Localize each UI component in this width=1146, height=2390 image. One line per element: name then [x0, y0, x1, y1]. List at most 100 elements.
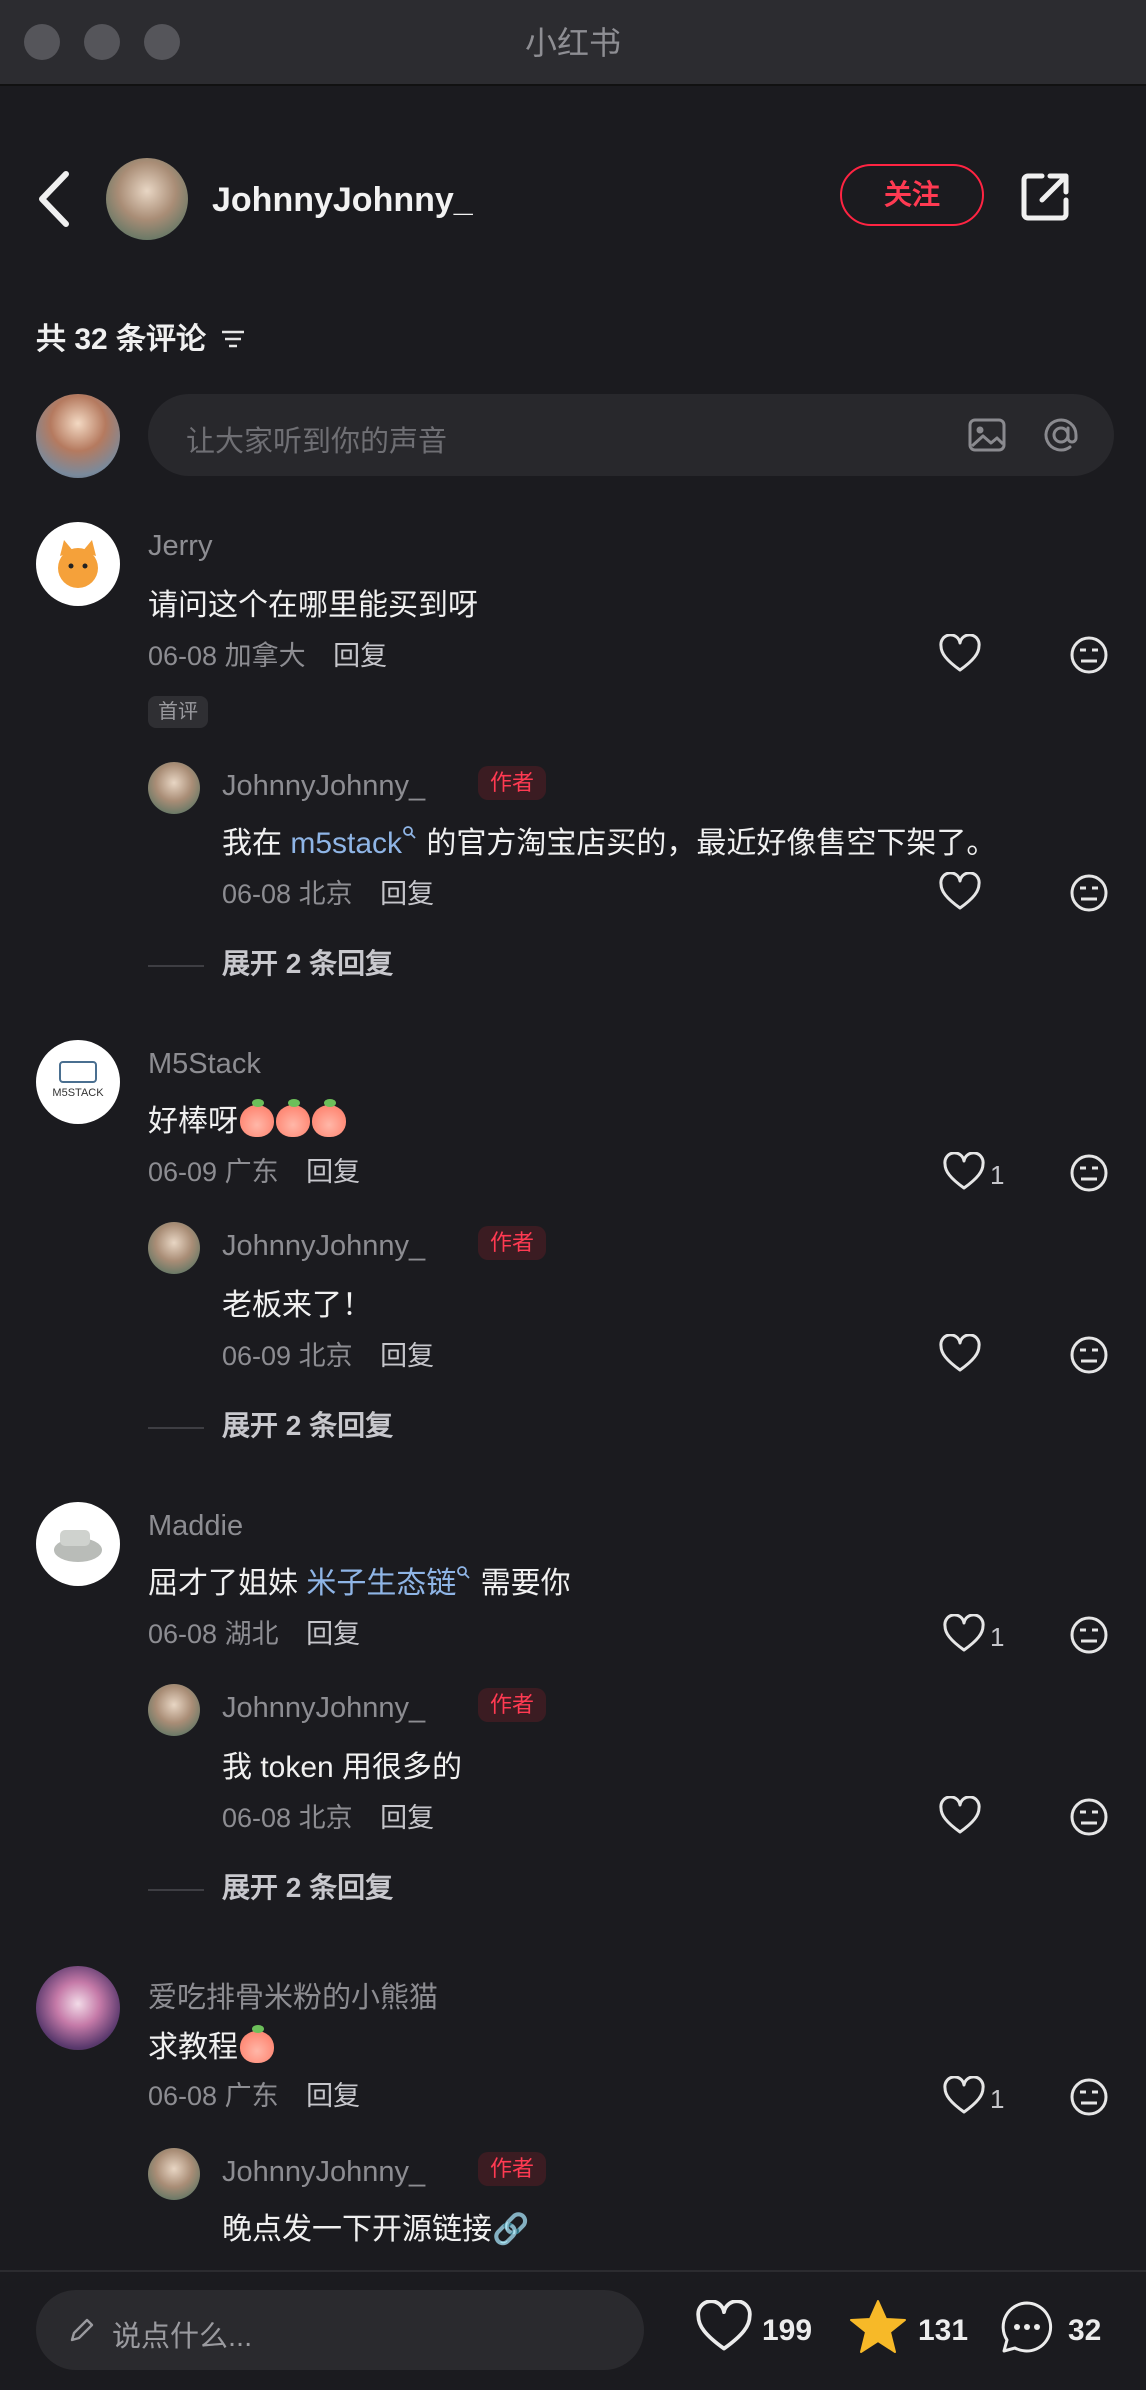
reply-button[interactable]: 回复	[306, 1619, 360, 1649]
expand-replies-button[interactable]: 展开 2 条回复	[148, 1866, 393, 1906]
reply-button[interactable]: 回复	[380, 1341, 434, 1371]
reply-meta: 06-08 北京 回复	[222, 872, 434, 911]
dislike-icon[interactable]	[1068, 1334, 1110, 1376]
comment-text: 求教程	[148, 2022, 274, 2066]
reply-date: 06-09	[222, 1341, 292, 1371]
window-titlebar: 小红书	[0, 0, 1146, 86]
comment-stat[interactable]: 32	[998, 2294, 1118, 2360]
reply-location: 北京	[298, 879, 353, 909]
author-name[interactable]: JohnnyJohnny_	[212, 181, 473, 220]
comment-date: 06-08	[148, 2081, 218, 2111]
follow-button[interactable]: 关注	[840, 164, 984, 226]
dislike-icon[interactable]	[1068, 1614, 1110, 1656]
commenter-name[interactable]: 爱吃排骨米粉的小熊猫	[148, 1974, 438, 2016]
commenter-avatar[interactable]: M5STACK	[36, 1040, 120, 1124]
reply-location: 北京	[298, 1803, 353, 1833]
reply-button[interactable]: 回复	[306, 1157, 360, 1187]
comments-count-text: 共 32 条评论	[36, 323, 207, 356]
reply-avatar[interactable]	[148, 1222, 200, 1274]
reply-date: 06-08	[222, 1803, 292, 1833]
heart-icon[interactable]	[938, 872, 982, 912]
like-count: 1	[990, 1160, 1005, 1190]
reply-button[interactable]: 回复	[333, 641, 387, 671]
comment-location: 加拿大	[224, 641, 306, 671]
peach-emoji	[240, 2025, 274, 2063]
reply-author-name[interactable]: JohnnyJohnny_	[222, 1230, 425, 1263]
author-badge: 作者	[478, 766, 547, 800]
dislike-icon[interactable]	[1068, 634, 1110, 676]
comment-location: 广东	[224, 1157, 279, 1187]
commenter-name[interactable]: M5Stack	[148, 1048, 261, 1081]
comment-text: 屈才了姐妹 米子生态链 需要你	[148, 1566, 571, 1600]
expand-replies-button[interactable]: 展开 2 条回复	[148, 942, 393, 982]
reply-button[interactable]: 回复	[380, 1803, 434, 1833]
author-avatar[interactable]	[106, 158, 188, 240]
back-icon[interactable]	[28, 166, 84, 232]
window-title: 小红书	[524, 25, 621, 61]
comment-text: 请问这个在哪里能买到呀	[148, 589, 478, 622]
comment-input[interactable]: 让大家听到你的声音	[148, 394, 1114, 476]
reply-author-name[interactable]: JohnnyJohnny_	[222, 770, 425, 803]
reply-button[interactable]: 回复	[380, 879, 434, 909]
star-icon[interactable]	[848, 2298, 908, 2356]
comment-text: 好棒呀	[148, 1096, 346, 1140]
comment-icon[interactable]	[998, 2298, 1056, 2356]
heart-icon[interactable]	[938, 1796, 982, 1836]
image-icon[interactable]	[966, 414, 1008, 456]
reply-avatar[interactable]	[148, 2148, 200, 2200]
commenter-avatar[interactable]	[36, 522, 120, 606]
my-avatar	[36, 394, 120, 478]
reply-author-name[interactable]: JohnnyJohnny_	[222, 2156, 425, 2189]
reply-text: 我在 m5stack 的官方淘宝店买的，最近好像售空下架了。	[222, 826, 997, 860]
heart-icon[interactable]	[942, 1614, 986, 1654]
at-icon[interactable]	[1040, 414, 1082, 456]
reply-author-name[interactable]: JohnnyJohnny_	[222, 1692, 425, 1725]
comments-count: 共 32 条评论	[36, 314, 246, 358]
commenter-avatar[interactable]	[36, 1502, 120, 1586]
dislike-icon[interactable]	[1068, 872, 1110, 914]
comment-meta: 06-08 湖北 回复	[148, 1612, 360, 1651]
heart-icon[interactable]	[938, 634, 982, 674]
commenter-name[interactable]: Jerry	[148, 530, 212, 563]
say-something-placeholder: 说点什么...	[112, 2321, 253, 2353]
pen-icon	[70, 2318, 94, 2342]
comment-meta: 06-09 广东 回复	[148, 1150, 360, 1189]
commenter-name[interactable]: Maddie	[148, 1510, 243, 1543]
filter-icon[interactable]	[220, 324, 246, 358]
dislike-icon[interactable]	[1068, 1152, 1110, 1194]
comment-input-placeholder: 让大家听到你的声音	[186, 426, 448, 458]
heart-icon[interactable]	[694, 2300, 754, 2354]
mi-ecosystem-link[interactable]: 米子生态链	[306, 1567, 456, 1600]
reply-meta: 06-08 北京 回复	[222, 1796, 434, 1835]
heart-icon[interactable]	[938, 1334, 982, 1374]
star-stat[interactable]: 131	[848, 2294, 988, 2360]
reply-date: 06-08	[222, 879, 292, 909]
like-total: 199	[762, 2314, 813, 2347]
heart-icon[interactable]	[942, 2076, 986, 2116]
reply-avatar[interactable]	[148, 1684, 200, 1736]
dislike-icon[interactable]	[1068, 1796, 1110, 1838]
svg-text:M5STACK: M5STACK	[52, 1087, 104, 1099]
say-something-input[interactable]: 说点什么...	[36, 2290, 644, 2370]
first-comment-badge: 首评	[148, 696, 208, 728]
m5stack-link[interactable]: m5stack	[290, 827, 402, 860]
like-count: 1	[990, 2084, 1005, 2114]
like-stat[interactable]: 199	[694, 2294, 834, 2360]
author-badge: 作者	[478, 1226, 547, 1260]
comment-meta: 06-08 加拿大 回复	[148, 634, 387, 673]
reply-meta: 06-09 北京 回复	[222, 1334, 434, 1373]
dislike-icon[interactable]	[1068, 2076, 1110, 2118]
comment-total: 32	[1068, 2314, 1102, 2347]
comment-date: 06-09	[148, 1157, 218, 1187]
share-icon[interactable]	[1016, 168, 1074, 226]
comment-location: 湖北	[224, 1619, 279, 1649]
reply-avatar[interactable]	[148, 762, 200, 814]
expand-replies-button[interactable]: 展开 2 条回复	[148, 1404, 393, 1444]
reply-button[interactable]: 回复	[306, 2081, 360, 2111]
reply-text: 我 token 用很多的	[222, 1751, 463, 1784]
bottom-action-bar: 说点什么... 199 131 32	[0, 2270, 1146, 2390]
heart-icon[interactable]	[942, 1152, 986, 1192]
commenter-avatar[interactable]	[36, 1966, 120, 2050]
search-icon	[403, 826, 416, 839]
peach-emoji	[240, 1099, 274, 1137]
